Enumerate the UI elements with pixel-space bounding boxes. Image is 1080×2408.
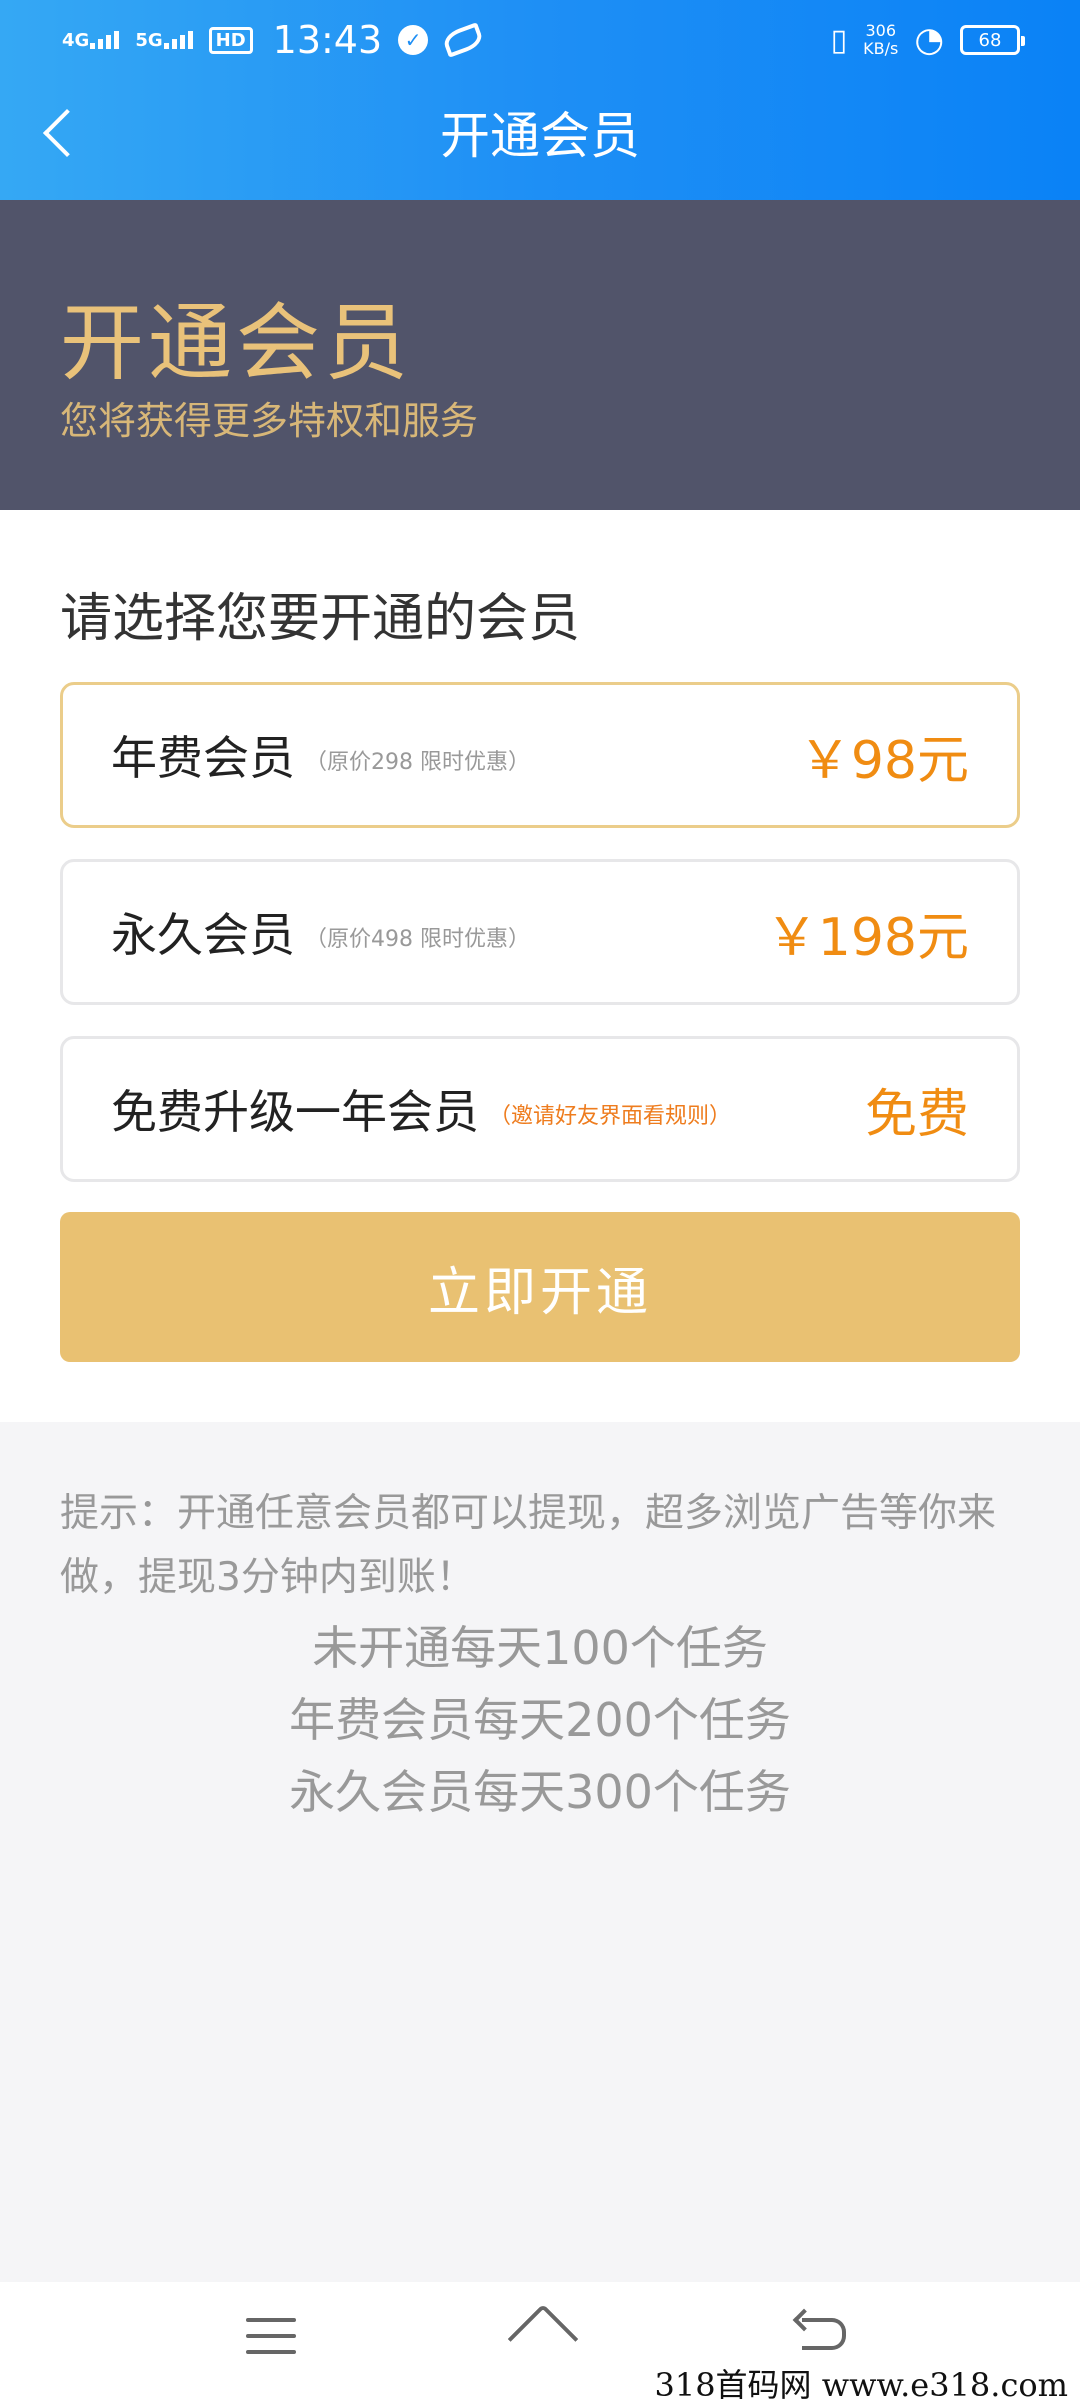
signal-5g: 5G [135, 30, 193, 51]
option-name: 永久会员 [111, 908, 295, 962]
leaf-icon [441, 22, 486, 58]
selection-title: 请选择您要开通的会员 [60, 589, 581, 649]
option-name: 年费会员 [111, 731, 295, 785]
option-price: ￥198元 [765, 907, 969, 968]
option-note: （原价498 限时优惠） [305, 927, 530, 952]
status-time: 13:43 [272, 18, 383, 62]
option-price: 免费 [864, 1084, 969, 1145]
banner-subtitle: 您将获得更多特权和服务 [60, 399, 479, 443]
option-lifetime-member[interactable]: 永久会员 （原价498 限时优惠） ￥198元 [60, 859, 1020, 1005]
battery-level: 68 [978, 29, 1002, 51]
task-line-lifetime: 永久会员每天300个任务 [289, 1765, 791, 1819]
return-icon[interactable] [792, 2308, 848, 2358]
battery-icon: 68 [960, 25, 1025, 55]
hd-badge: HD [208, 26, 253, 54]
vibrate-icon: ▯ [830, 22, 848, 58]
network-speed: 306 KB/s [863, 21, 899, 58]
header: 4G 5G HD 13:43 ✓ ▯ 306 KB/s ◔ 68 开通会员 [0, 0, 1080, 200]
page: 4G 5G HD 13:43 ✓ ▯ 306 KB/s ◔ 68 开通会员 开通… [0, 0, 1080, 2408]
home-icon[interactable] [506, 2310, 576, 2360]
option-note: （邀请好友界面看规则） [489, 1104, 732, 1129]
activate-now-button[interactable]: 立即开通 [60, 1212, 1020, 1362]
check-circle-icon: ✓ [398, 25, 429, 55]
page-title: 开通会员 [440, 107, 640, 165]
task-line-free: 未开通每天100个任务 [312, 1621, 768, 1675]
task-line-annual: 年费会员每天200个任务 [289, 1693, 791, 1747]
tips-text: 提示：开通任意会员都可以提现，超多浏览广告等你来做，提现3分钟内到账！ [60, 1491, 997, 1600]
status-bar: 4G 5G HD 13:43 ✓ ▯ 306 KB/s ◔ 68 [0, 0, 1080, 80]
option-annual-member[interactable]: 年费会员 （原价298 限时优惠） ￥98元 [60, 682, 1020, 828]
membership-selection: 请选择您要开通的会员 年费会员 （原价298 限时优惠） ￥98元 永久会员 （… [0, 510, 1080, 1422]
signal-4g: 4G [62, 30, 120, 51]
option-name: 免费升级一年会员 [111, 1085, 479, 1139]
option-price: ￥98元 [798, 730, 969, 791]
member-banner: 开通会员 您将获得更多特权和服务 [0, 200, 1080, 510]
watermark: 318首码网 www.e318.com [648, 2360, 1074, 2406]
option-free-upgrade[interactable]: 免费升级一年会员 （邀请好友界面看规则） 免费 [60, 1036, 1020, 1182]
wifi-icon: ◔ [914, 20, 944, 60]
menu-icon[interactable] [246, 2318, 296, 2358]
banner-title: 开通会员 [60, 294, 413, 392]
option-note: （原价298 限时优惠） [305, 750, 530, 775]
